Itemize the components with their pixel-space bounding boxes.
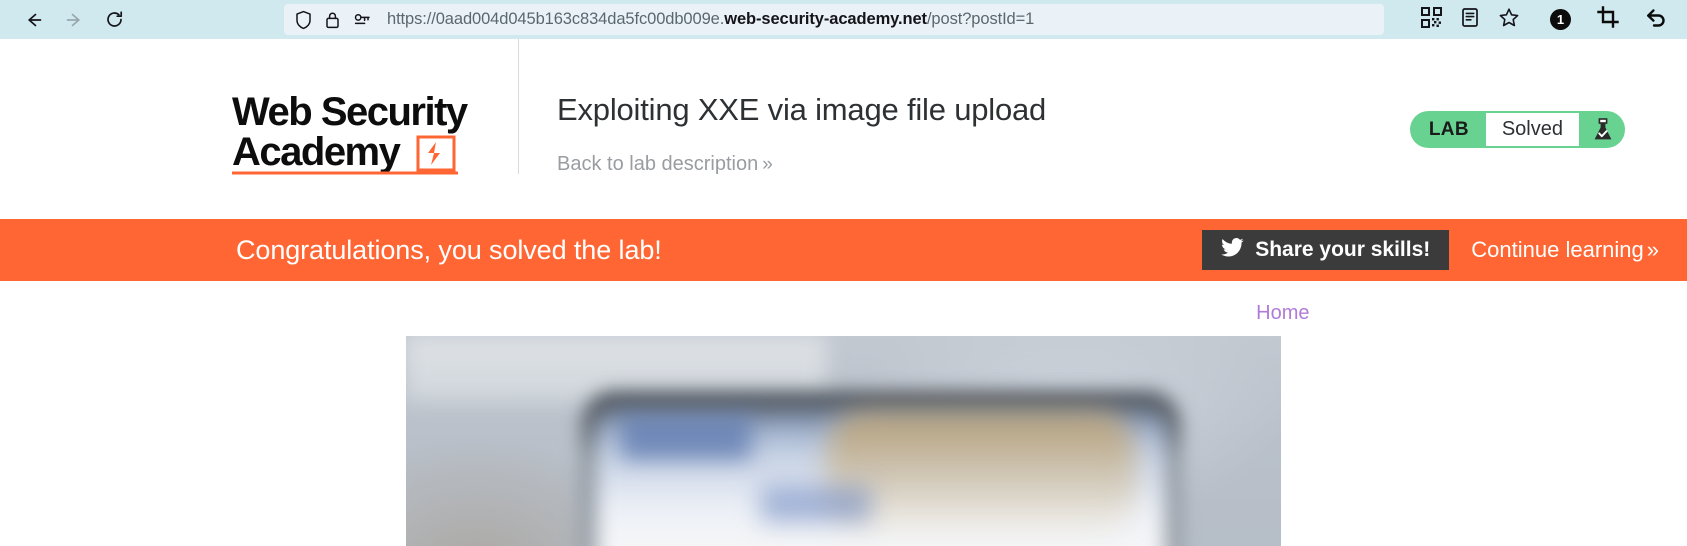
share-button-label: Share your skills! [1255, 238, 1431, 261]
back-link-chevron: » [762, 154, 773, 176]
shield-icon[interactable] [294, 10, 313, 30]
permissions-key-icon[interactable] [352, 10, 372, 30]
site-nav: Home [374, 281, 1314, 325]
banner-message: Congratulations, you solved the lab! [236, 234, 662, 265]
continue-chevron: » [1646, 237, 1659, 262]
lab-status-widget[interactable]: LAB Solved [1409, 111, 1625, 148]
crop-screenshot-icon[interactable] [1597, 6, 1619, 33]
academy-header: Web Security Academy Web Security Academ… [0, 39, 1687, 219]
post-image [406, 336, 1281, 546]
back-to-lab-description-link[interactable]: Back to lab description» [557, 153, 773, 176]
url-path: /post?postId=1 [926, 10, 1035, 28]
address-bar-actions [1421, 6, 1520, 33]
back-link-label: Back to lab description [557, 153, 759, 176]
qr-code-icon[interactable] [1421, 6, 1442, 33]
url-prefix: https://0aad004d045b163c834da5fc00db009e… [387, 10, 725, 28]
post-content: Home [0, 281, 1687, 546]
academy-logo[interactable]: Web Security Academy Web Security Academ… [232, 39, 504, 177]
address-bar[interactable]: https://0aad004d045b163c834da5fc00db009e… [140, 4, 1528, 35]
reload-button[interactable] [94, 4, 134, 36]
reader-mode-icon[interactable] [1460, 7, 1480, 33]
back-arrow-icon [24, 10, 44, 30]
notification-count-badge[interactable]: 1 [1550, 9, 1571, 30]
forward-button[interactable] [54, 4, 94, 36]
home-link[interactable]: Home [1256, 302, 1309, 324]
forward-arrow-icon [64, 10, 84, 30]
lab-badge: LAB [1409, 111, 1484, 148]
padlock-icon[interactable] [324, 10, 341, 30]
bookmark-star-icon[interactable] [1498, 7, 1520, 33]
url-text: https://0aad004d045b163c834da5fc00db009e… [383, 10, 1034, 29]
continue-learning-link[interactable]: Continue learning» [1471, 237, 1659, 263]
url-host: web-security-academy.net [724, 10, 927, 28]
logo-line-2: Academy [232, 130, 402, 174]
logo-line-1: Web Security [232, 90, 469, 134]
undo-arrow-icon[interactable] [1645, 6, 1667, 33]
lab-title-block: Exploiting XXE via image file upload Bac… [518, 39, 1687, 176]
lab-status-text: Solved [1483, 111, 1581, 148]
url-field[interactable]: https://0aad004d045b163c834da5fc00db009e… [284, 4, 1384, 35]
browser-toolbar: https://0aad004d045b163c834da5fc00db009e… [0, 0, 1687, 39]
page-body: Web Security Academy Web Security Academ… [0, 39, 1687, 546]
extension-toolbar: 1 [1534, 6, 1673, 33]
twitter-bird-icon [1221, 237, 1245, 263]
photo-blue-highlight-left [621, 416, 751, 460]
lab-solved-banner: Congratulations, you solved the lab! Sha… [0, 219, 1687, 281]
flask-check-icon [1581, 111, 1625, 148]
photo-warm-highlight [826, 412, 1136, 532]
continue-label: Continue learning [1471, 237, 1644, 262]
reload-icon [104, 9, 125, 30]
lightning-bolt-icon [428, 142, 440, 165]
share-your-skills-button[interactable]: Share your skills! [1202, 230, 1450, 270]
back-button[interactable] [14, 4, 54, 36]
photo-blue-highlight-mid [761, 486, 871, 522]
